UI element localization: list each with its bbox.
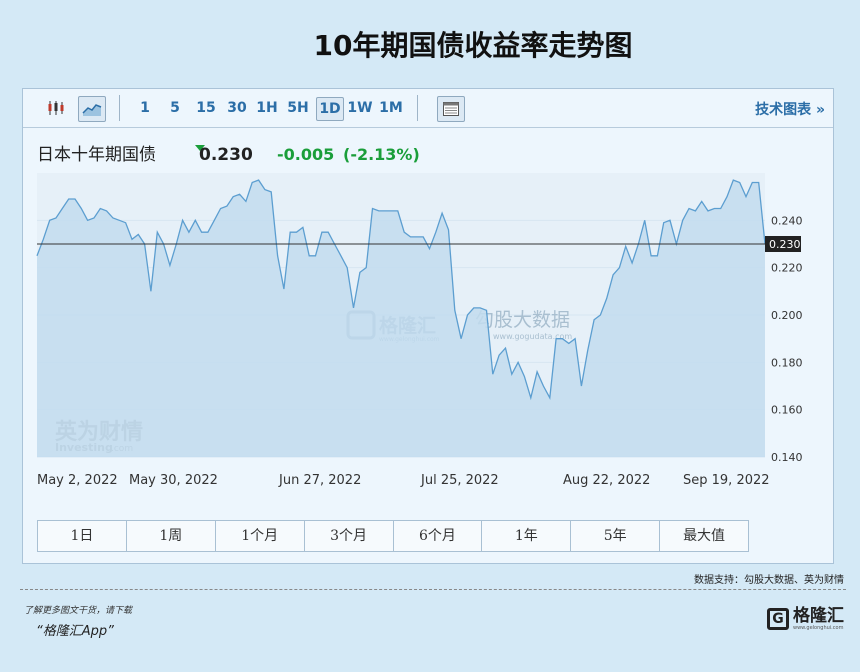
range-selector: 1日 1周 1个月 3个月 6个月 1年 5年 最大值: [37, 520, 749, 552]
range-1w[interactable]: 1周: [127, 521, 216, 551]
watermark-gogudata: 勾股大数据: [475, 309, 570, 331]
footer-note: 了解更多图文干货，请下载: [24, 606, 133, 616]
y-tick-label: 0.140: [771, 451, 803, 464]
data-source: 数据支持：勾股大数据、英为财情: [694, 575, 844, 586]
x-tick-label: Jul 25, 2022: [420, 473, 499, 488]
footer-app-name: “格隆汇App”: [36, 624, 114, 639]
y-tick-label: 0.220: [771, 262, 803, 275]
x-tick-label: Jun 27, 2022: [278, 473, 361, 488]
range-1m[interactable]: 1个月: [216, 521, 305, 551]
logo-g-icon: G: [767, 607, 789, 630]
gelonghui-logo: G 格隆汇 www.gelonghui.com: [767, 606, 844, 631]
x-tick-label: May 2, 2022: [37, 473, 118, 488]
range-5y[interactable]: 5年: [571, 521, 661, 551]
logo-text: 格隆汇: [793, 606, 844, 626]
range-3m[interactable]: 3个月: [305, 521, 394, 551]
chart-widget: 1 5 15 30 1H 5H 1D 1W 1M 技术图表 » 日本十年期国债 …: [22, 88, 834, 564]
x-tick-label: Aug 22, 2022: [563, 473, 650, 488]
x-tick-label: May 30, 2022: [129, 473, 218, 488]
footer-divider: [20, 589, 846, 590]
y-tick-label: 0.160: [771, 404, 803, 417]
x-tick-label: Sep 19, 2022: [683, 473, 770, 488]
y-tick-label: 0.180: [771, 356, 803, 369]
range-1y[interactable]: 1年: [482, 521, 572, 551]
y-tick-label: 0.240: [771, 214, 803, 227]
logo-url: www.gelonghui.com: [793, 625, 844, 631]
page-title: 10年期国债收益率走势图: [313, 29, 633, 62]
range-max[interactable]: 最大值: [660, 521, 748, 551]
y-tick-label: 0.200: [771, 309, 803, 322]
yield-chart: 格隆汇www.gelonghui.com勾股大数据www.gogudata.co…: [36, 173, 803, 488]
current-value-label: 0.230: [769, 238, 801, 251]
range-6m[interactable]: 6个月: [394, 521, 483, 551]
range-1d[interactable]: 1日: [38, 521, 127, 551]
